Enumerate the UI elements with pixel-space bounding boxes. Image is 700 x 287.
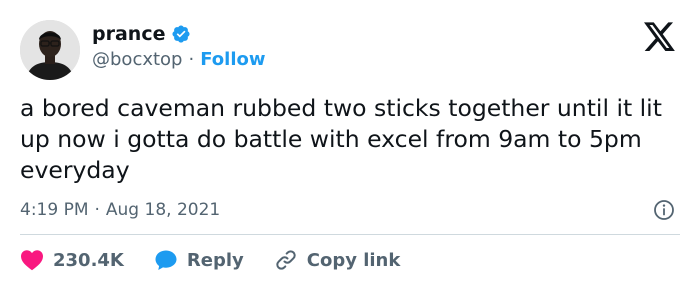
info-icon[interactable]	[652, 198, 676, 222]
link-icon	[276, 250, 296, 270]
timestamp-separator: ·	[94, 200, 100, 220]
author-name-row: prance	[92, 22, 191, 46]
avatar-image	[20, 20, 80, 80]
tweet-text: a bored caveman rubbed two sticks togeth…	[20, 94, 662, 184]
handle-separator: ·	[188, 49, 195, 70]
divider	[20, 234, 680, 235]
verified-badge-icon	[172, 25, 191, 43]
tweet-card: prance @bocxtop · Follow a bored caveman…	[0, 0, 700, 287]
like-count: 230.4K	[53, 249, 124, 271]
copy-link-button[interactable]: Copy link	[274, 248, 401, 272]
avatar[interactable]	[20, 20, 80, 80]
x-logo-icon[interactable]	[644, 22, 676, 52]
author-handle-row: @bocxtop · Follow	[92, 48, 266, 72]
heart-icon	[21, 250, 43, 271]
author-display-name[interactable]: prance	[92, 22, 165, 46]
reply-button[interactable]: Reply	[154, 249, 244, 271]
reply-label: Reply	[186, 249, 244, 271]
tweet-time: 4:19 PM	[20, 200, 89, 220]
author-handle[interactable]: @bocxtop	[92, 48, 182, 72]
tweet-timestamp[interactable]: 4:19 PM · Aug 18, 2021	[20, 198, 220, 222]
tweet-date: Aug 18, 2021	[105, 200, 221, 220]
tweet-actions: 230.4K Reply Copy link	[20, 245, 430, 275]
copy-link-label: Copy link	[306, 249, 401, 271]
like-button[interactable]: 230.4K	[20, 249, 124, 271]
follow-button[interactable]: Follow	[200, 48, 265, 72]
reply-bubble-icon	[155, 250, 177, 270]
